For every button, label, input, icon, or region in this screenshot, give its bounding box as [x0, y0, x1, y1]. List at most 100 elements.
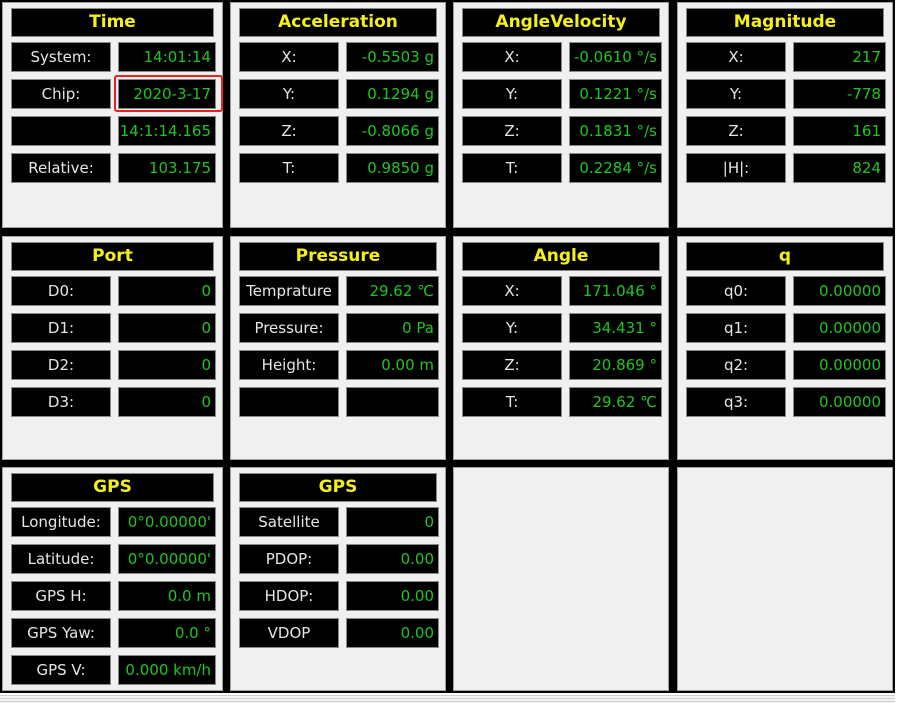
- row-label: HDOP:: [239, 581, 339, 611]
- panel-title: Angle: [462, 242, 660, 271]
- row-value: 0: [346, 507, 439, 537]
- panel-title: GPS: [11, 473, 214, 502]
- row-label: Pressure:: [239, 313, 339, 343]
- row-label: Z:: [462, 350, 562, 380]
- row-value: -0.0610 °/s: [569, 42, 662, 72]
- panel-title: q: [686, 242, 884, 271]
- panel-empty-1: [453, 467, 669, 691]
- chip-time-value: 14:1:14.165: [118, 116, 216, 146]
- row-value: 0.00 m: [346, 350, 439, 380]
- row-label: GPS Yaw:: [11, 618, 111, 648]
- panel-title: AngleVelocity: [462, 8, 660, 37]
- row-value: 0.1294 g: [346, 79, 439, 109]
- panel-quaternion: q q0: 0.00000 q1: 0.00000 q2: 0.00000 q3…: [677, 236, 893, 460]
- panel-gps-position: GPS Longitude: 0°0.00000' Latitude: 0°0.…: [2, 467, 223, 691]
- row-label: |H|:: [686, 153, 786, 183]
- panel-angle-velocity: AngleVelocity X: -0.0610 °/s Y: 0.1221 °…: [453, 2, 669, 228]
- row-value: 0.0 m: [118, 581, 216, 611]
- row-value: 29.62 ℃: [346, 276, 439, 306]
- row-value: 0.00000: [793, 313, 886, 343]
- panel-title: Magnitude: [686, 8, 884, 37]
- row-value: -0.8066 g: [346, 116, 439, 146]
- row-value: 0°0.00000': [118, 507, 216, 537]
- row-value: 34.431 °: [569, 313, 662, 343]
- row-value: 0: [118, 350, 216, 380]
- row-label: System:: [11, 42, 111, 72]
- system-time-value: 14:01:14: [118, 42, 216, 72]
- row-label: PDOP:: [239, 544, 339, 574]
- row-value: 0: [118, 276, 216, 306]
- row-value: 0.2284 °/s: [569, 153, 662, 183]
- row-value: 161: [793, 116, 886, 146]
- row-label: q3:: [686, 387, 786, 417]
- sensor-dashboard: Time System: 14:01:14 Chip: 2020-3-17 14…: [0, 0, 895, 693]
- row-label: X:: [686, 42, 786, 72]
- row-label: X:: [239, 42, 339, 72]
- row-label: Y:: [686, 79, 786, 109]
- row-value: 0.00000: [793, 350, 886, 380]
- row-value: 0.1831 °/s: [569, 116, 662, 146]
- row-label: Z:: [239, 116, 339, 146]
- row-value: 0.000 km/h: [118, 655, 216, 685]
- panel-title: GPS: [239, 473, 437, 502]
- row-label: T:: [462, 153, 562, 183]
- row-label: Chip:: [11, 79, 111, 109]
- row-value: 0 Pa: [346, 313, 439, 343]
- row-label: X:: [462, 276, 562, 306]
- row-value: 0.00000: [793, 276, 886, 306]
- panel-port: Port D0: 0 D1: 0 D2: 0 D3: 0: [2, 236, 223, 460]
- panel-title: Pressure: [239, 242, 437, 271]
- row-label: q2:: [686, 350, 786, 380]
- row-value: 0: [118, 313, 216, 343]
- row-value: 0.00: [346, 618, 439, 648]
- row-value: 29.62 ℃: [569, 387, 662, 417]
- panel-time: Time System: 14:01:14 Chip: 2020-3-17 14…: [2, 2, 223, 228]
- row-label: Y:: [239, 79, 339, 109]
- row-label: D1:: [11, 313, 111, 343]
- relative-time-value: 103.175: [118, 153, 216, 183]
- row-label: q1:: [686, 313, 786, 343]
- panel-acceleration: Acceleration X: -0.5503 g Y: 0.1294 g Z:…: [230, 2, 446, 228]
- row-value: 0: [118, 387, 216, 417]
- row-label: D2:: [11, 350, 111, 380]
- window-bottom-edge: [0, 695, 895, 703]
- row-value: -778: [793, 79, 886, 109]
- row-label: Satellite: [239, 507, 339, 537]
- panel-angle: Angle X: 171.046 ° Y: 34.431 ° Z: 20.869…: [453, 236, 669, 460]
- row-label: q0:: [686, 276, 786, 306]
- row-label: Longitude:: [11, 507, 111, 537]
- panel-title: Time: [11, 8, 214, 37]
- row-value: 20.869 °: [569, 350, 662, 380]
- panel-gps-accuracy: GPS Satellite 0 PDOP: 0.00 HDOP: 0.00 VD…: [230, 467, 446, 691]
- row-value: -0.5503 g: [346, 42, 439, 72]
- row-label: Y:: [462, 313, 562, 343]
- row-value: 0.0 °: [118, 618, 216, 648]
- row-value: 824: [793, 153, 886, 183]
- row-value: [346, 387, 439, 417]
- chip-date-value: 2020-3-17: [118, 79, 216, 109]
- row-value: 0.1221 °/s: [569, 79, 662, 109]
- row-label: GPS H:: [11, 581, 111, 611]
- row-label: Y:: [462, 79, 562, 109]
- row-value: 0°0.00000': [118, 544, 216, 574]
- row-label: D0:: [11, 276, 111, 306]
- row-label: Latitude:: [11, 544, 111, 574]
- row-label: Z:: [686, 116, 786, 146]
- row-label: X:: [462, 42, 562, 72]
- row-label: GPS V:: [11, 655, 111, 685]
- panel-pressure: Pressure Temprature 29.62 ℃ Pressure: 0 …: [230, 236, 446, 460]
- row-value: 0.9850 g: [346, 153, 439, 183]
- row-label: Z:: [462, 116, 562, 146]
- row-label: VDOP: [239, 618, 339, 648]
- panel-magnitude: Magnitude X: 217 Y: -778 Z: 161 |H|: 824: [677, 2, 893, 228]
- row-value: 217: [793, 42, 886, 72]
- row-value: 0.00: [346, 581, 439, 611]
- row-value: 0.00000: [793, 387, 886, 417]
- row-label: T:: [462, 387, 562, 417]
- row-label: Temprature: [239, 276, 339, 306]
- panel-empty-2: [677, 467, 893, 691]
- row-label: Relative:: [11, 153, 111, 183]
- panel-title: Port: [11, 242, 214, 271]
- row-label: [11, 116, 111, 146]
- row-label: Height:: [239, 350, 339, 380]
